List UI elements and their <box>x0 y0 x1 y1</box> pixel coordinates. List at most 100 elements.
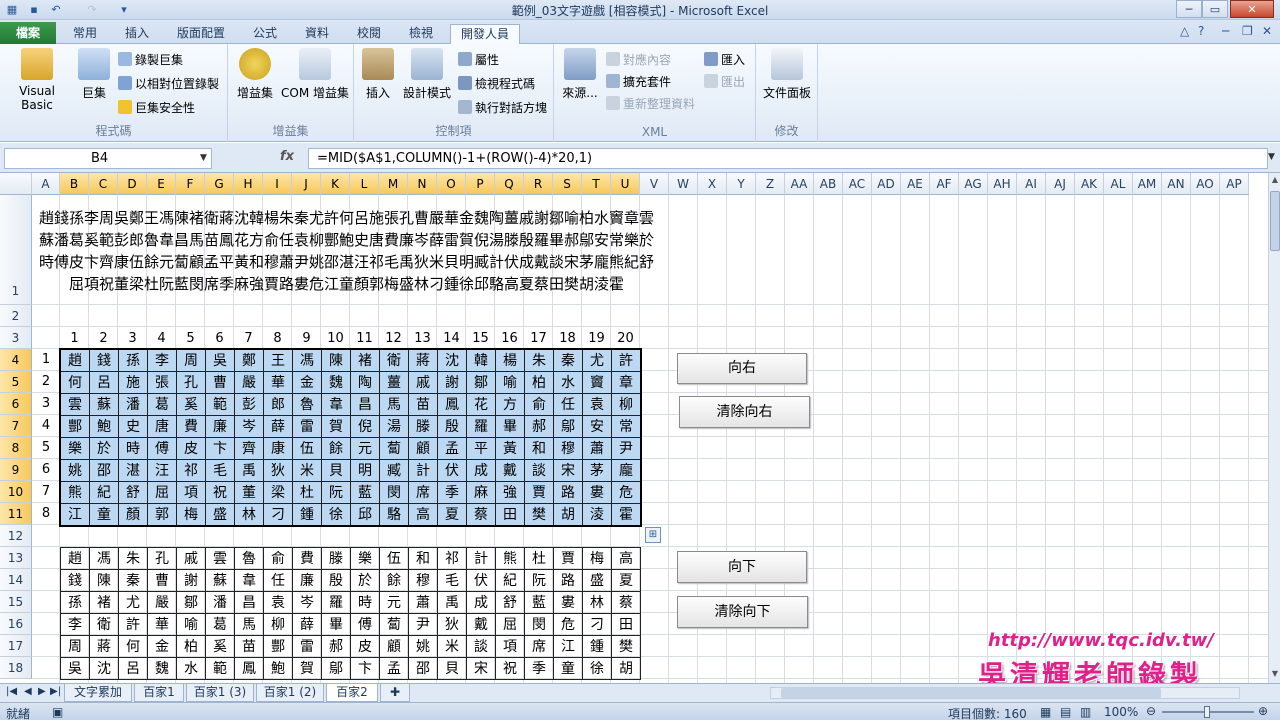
zoom-in-icon[interactable]: ⊕ <box>1258 704 1268 718</box>
column-header[interactable]: AJ <box>1046 173 1075 195</box>
scroll-down-icon[interactable]: ▼ <box>1270 669 1280 678</box>
grid-cell[interactable]: 郝 <box>524 415 554 438</box>
grid-cell[interactable]: 宋 <box>466 657 496 680</box>
prev-sheet-icon[interactable]: ◀ <box>24 686 32 697</box>
grid-cell[interactable]: 沈 <box>89 657 119 680</box>
grid-cell[interactable]: 顧 <box>379 635 409 658</box>
grid-cell[interactable]: 禹 <box>437 591 467 614</box>
column-header[interactable]: J <box>292 173 321 195</box>
grid-cell[interactable]: 姚 <box>408 635 438 658</box>
right-button[interactable]: 向右 <box>677 353 807 384</box>
grid-cell[interactable]: 邵 <box>89 459 119 482</box>
column-header[interactable]: X <box>698 173 727 195</box>
grid-cell[interactable]: 姚 <box>60 459 90 482</box>
grid-cell[interactable]: 宋 <box>553 459 583 482</box>
zoom-slider-thumb[interactable] <box>1204 706 1210 718</box>
com-addins-button[interactable]: COM 增益集 <box>280 48 350 101</box>
grid-cell[interactable]: 水 <box>176 657 206 680</box>
grid-cell[interactable]: 祁 <box>176 459 206 482</box>
grid-cell[interactable]: 於 <box>89 437 119 460</box>
addins-button[interactable]: 增益集 <box>232 48 278 101</box>
grid-cell[interactable]: 奚 <box>205 635 235 658</box>
grid-cell[interactable]: 馬 <box>234 613 264 636</box>
grid-cell[interactable]: 許 <box>118 613 148 636</box>
grid-cell[interactable]: 楊 <box>495 349 525 372</box>
grid-cell[interactable]: 柳 <box>263 613 293 636</box>
tab-developer[interactable]: 開發人員 <box>450 24 520 45</box>
column-header[interactable]: Z <box>756 173 785 195</box>
grid-cell[interactable]: 樊 <box>524 503 554 526</box>
grid-cell[interactable]: 梅 <box>176 503 206 526</box>
grid-cell[interactable]: 駱 <box>379 503 409 526</box>
grid-cell[interactable]: 薑 <box>379 371 409 394</box>
import-button[interactable]: 匯入 <box>704 50 745 70</box>
grid-cell[interactable]: 魯 <box>234 547 264 570</box>
grid-cell[interactable]: 孫 <box>60 591 90 614</box>
grid-cell[interactable]: 沈 <box>437 349 467 372</box>
grid-cell[interactable]: 蘇 <box>205 569 235 592</box>
grid-cell[interactable]: 朱 <box>524 349 554 372</box>
grid-cell[interactable]: 齊 <box>234 437 264 460</box>
horizontal-scrollbar[interactable] <box>770 687 1240 699</box>
grid-cell[interactable]: 範 <box>205 657 235 680</box>
macro-security-button[interactable]: 巨集安全性 <box>118 98 195 118</box>
sheet-tab-active[interactable]: 百家2 <box>326 684 378 702</box>
grid-cell[interactable]: 熊 <box>60 481 90 504</box>
grid-cell[interactable]: 康 <box>263 437 293 460</box>
grid-cell[interactable]: 韓 <box>466 349 496 372</box>
grid-cell[interactable]: 曹 <box>147 569 177 592</box>
minimize-ribbon-icon[interactable]: △ <box>1180 24 1189 38</box>
grid-cell[interactable]: 李 <box>60 613 90 636</box>
grid-cell[interactable]: 滕 <box>408 415 438 438</box>
grid-cell[interactable]: 鍾 <box>582 635 612 658</box>
grid-cell[interactable]: 謝 <box>176 569 206 592</box>
grid-cell[interactable]: 狄 <box>263 459 293 482</box>
grid-cell[interactable]: 高 <box>408 503 438 526</box>
grid-cell[interactable]: 呂 <box>118 657 148 680</box>
minimize-button[interactable]: ─ <box>1176 0 1202 18</box>
grid-cell[interactable]: 項 <box>176 481 206 504</box>
grid-cell[interactable]: 徐 <box>321 503 351 526</box>
column-header[interactable]: AH <box>988 173 1017 195</box>
relative-reference-button[interactable]: 以相對位置錄製 <box>118 74 219 94</box>
grid-cell[interactable]: 尹 <box>408 613 438 636</box>
grid-cell[interactable]: 談 <box>524 459 554 482</box>
grid-cell[interactable]: 倪 <box>350 415 380 438</box>
grid-cell[interactable]: 賈 <box>524 481 554 504</box>
grid-cell[interactable]: 戚 <box>408 371 438 394</box>
column-header[interactable]: AG <box>959 173 988 195</box>
grid-cell[interactable]: 潘 <box>205 591 235 614</box>
grid-cell[interactable]: 錢 <box>60 569 90 592</box>
grid-cell[interactable]: 郭 <box>147 503 177 526</box>
grid-cell[interactable]: 鄒 <box>466 371 496 394</box>
grid-cell[interactable]: 秦 <box>118 569 148 592</box>
column-header[interactable]: W <box>669 173 698 195</box>
grid-cell[interactable]: 席 <box>524 635 554 658</box>
grid-cell[interactable]: 酆 <box>263 635 293 658</box>
grid-cell[interactable]: 明 <box>350 459 380 482</box>
grid-cell[interactable]: 刁 <box>263 503 293 526</box>
grid-cell[interactable]: 童 <box>89 503 119 526</box>
column-header[interactable]: F <box>176 173 205 195</box>
grid-cell[interactable]: 郎 <box>263 393 293 416</box>
grid-cell[interactable]: 安 <box>582 415 612 438</box>
grid-cell[interactable]: 穆 <box>408 569 438 592</box>
grid-cell[interactable]: 郝 <box>321 635 351 658</box>
zoom-out-icon[interactable]: ⊖ <box>1146 704 1156 718</box>
column-header[interactable]: T <box>582 173 611 195</box>
grid-cell[interactable]: 梁 <box>263 481 293 504</box>
grid-cell[interactable]: 韋 <box>321 393 351 416</box>
grid-cell[interactable]: 褚 <box>89 591 119 614</box>
grid-cell[interactable]: 魏 <box>321 371 351 394</box>
grid-cell[interactable]: 穆 <box>553 437 583 460</box>
grid-cell[interactable]: 葛 <box>205 613 235 636</box>
grid-cell[interactable]: 尹 <box>611 437 641 460</box>
grid-cell[interactable]: 杜 <box>292 481 322 504</box>
row-header[interactable]: 17 <box>0 635 32 657</box>
grid-cell[interactable]: 林 <box>234 503 264 526</box>
column-header[interactable]: AN <box>1162 173 1191 195</box>
grid-cell[interactable]: 江 <box>553 635 583 658</box>
grid-cell[interactable]: 任 <box>263 569 293 592</box>
view-code-button[interactable]: 檢視程式碼 <box>458 74 535 94</box>
grid-cell[interactable]: 伏 <box>466 569 496 592</box>
